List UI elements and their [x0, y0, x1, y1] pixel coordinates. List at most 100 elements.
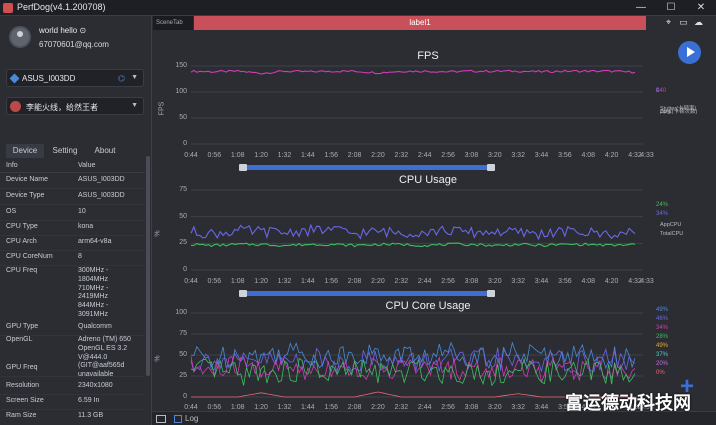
y-tick-label: 50	[179, 114, 187, 121]
info-key: CPU Type	[6, 223, 38, 230]
x-tick-label: 4:20	[604, 278, 619, 285]
divider	[0, 265, 145, 266]
user-name: world hello ⊙	[39, 26, 87, 35]
series-line	[190, 69, 636, 75]
x-tick-label: 1:44	[301, 404, 315, 411]
x-tick-label: 2:32	[394, 278, 409, 285]
tab-setting[interactable]: Setting	[46, 144, 84, 158]
info-value: 2340x1080	[78, 382, 113, 389]
scene-tab[interactable]: SceneTab	[153, 16, 193, 30]
x-tick-label: 1:32	[277, 278, 292, 285]
y-tick-label: 50	[179, 212, 187, 220]
legend-value: 0%	[656, 370, 665, 376]
user-email: 67070601@qq.com	[39, 40, 109, 49]
x-tick-label: 2:20	[371, 152, 385, 159]
cloud-icon[interactable]: ☁	[693, 17, 704, 28]
range-slider-start-handle[interactable]	[239, 164, 247, 171]
info-key: Device Type	[6, 192, 45, 199]
device-select[interactable]: ASUS_I003DD ⌬ ▼	[6, 69, 144, 87]
legend-value: 34%	[656, 211, 669, 217]
x-tick-label: 2:08	[347, 152, 362, 159]
range-slider-start-handle[interactable]	[239, 290, 247, 297]
folder-icon[interactable]: ▭	[678, 17, 689, 28]
y-tick-label: 0	[183, 266, 187, 273]
info-header-value: Value	[78, 162, 96, 169]
info-key: Screen Size	[6, 397, 44, 404]
x-tick-label: 1:08	[230, 152, 245, 159]
x-tick-label: 3:08	[464, 152, 479, 159]
divider	[0, 172, 145, 173]
range-slider-end-handle[interactable]	[487, 164, 495, 171]
x-tick-label: 2:44	[417, 152, 432, 159]
tab-about[interactable]: About	[86, 144, 124, 158]
info-value: Adreno (TM) 650 OpenGL ES 3.2 V@444.0 (G…	[78, 336, 131, 379]
app-select[interactable]: 李能火线，给然王者 ▼	[6, 97, 144, 115]
x-tick-label: 3:08	[464, 278, 479, 285]
avatar[interactable]	[9, 26, 31, 48]
info-value: Qualcomm	[78, 323, 112, 330]
range-slider-end-handle[interactable]	[487, 290, 495, 297]
x-tick-label: 1:56	[324, 404, 339, 411]
legend-value: 0	[656, 88, 660, 94]
chevron-down-icon: ▼	[131, 102, 138, 109]
range-slider[interactable]	[245, 165, 493, 170]
y-tick-label: 25	[179, 372, 187, 379]
legend-value: 49%	[656, 343, 669, 349]
x-tick-label: 2:20	[371, 404, 385, 411]
info-value: arm64-v8a	[78, 238, 112, 245]
legend-entry: AppCPU	[660, 222, 682, 228]
minimize-button[interactable]: —	[630, 0, 652, 16]
x-tick-label: 3:20	[487, 404, 502, 411]
x-tick-label: 3:32	[511, 152, 525, 159]
screen-icon[interactable]	[156, 415, 166, 423]
info-value: 10	[78, 208, 86, 215]
y-axis-label: %	[154, 230, 162, 237]
x-tick-label: 0:44	[184, 404, 198, 411]
info-key: CPU Arch	[6, 238, 37, 245]
sidebar-scrollbar[interactable]	[146, 156, 150, 376]
info-value: ASUS_I003DD	[78, 192, 125, 199]
location-icon[interactable]: ⌖	[663, 17, 674, 28]
x-tick-label: 1:56	[324, 152, 339, 159]
info-key: OS	[6, 208, 17, 215]
x-tick-label: 3:08	[464, 404, 479, 411]
range-slider[interactable]	[245, 291, 493, 296]
close-button[interactable]: ✕	[690, 0, 712, 16]
info-key: Device Name	[6, 176, 49, 183]
chart-title: CPU Core Usage	[385, 300, 471, 312]
x-tick-label: 2:44	[417, 278, 432, 285]
info-header-key: Info	[6, 162, 18, 169]
x-tick-label: 1:32	[277, 404, 292, 411]
x-tick-label: 1:44	[301, 278, 315, 285]
x-tick-label: 3:32	[511, 404, 525, 411]
x-tick-label: 1:08	[230, 278, 245, 285]
legend-value: 20%	[656, 361, 669, 367]
legend-value: 34%	[656, 325, 669, 331]
log-label: Log	[185, 414, 199, 423]
divider	[0, 235, 145, 236]
y-tick-label: 100	[175, 88, 187, 95]
info-value: 11.3 GB	[78, 412, 104, 419]
divider	[0, 394, 145, 395]
maximize-button[interactable]: ☐	[660, 0, 682, 16]
x-tick-label: 0:56	[207, 404, 222, 411]
x-tick-label: 2:44	[417, 404, 432, 411]
info-key: Ram Size	[6, 412, 37, 419]
x-tick-label: 2:56	[441, 404, 455, 411]
window-title: PerfDog(v4.1.200708)	[17, 2, 106, 12]
info-value: 8	[78, 253, 82, 260]
x-tick-label: 4:08	[581, 152, 596, 159]
y-tick-label: 50	[179, 351, 187, 358]
x-tick-label: 2:08	[347, 278, 362, 285]
info-key: CPU CoreNum	[6, 253, 53, 260]
tab-device[interactable]: Device	[6, 144, 44, 158]
x-tick-label: 1:20	[254, 278, 268, 285]
log-checkbox[interactable]	[174, 415, 182, 423]
x-tick-label: 1:56	[324, 278, 339, 285]
x-tick-label: 2:20	[371, 278, 385, 285]
label-bar[interactable]: label1	[194, 16, 646, 30]
divider	[0, 204, 145, 205]
info-value: ASUS_I003DD	[78, 176, 125, 183]
x-tick-label: 3:20	[487, 278, 502, 285]
device-icon	[9, 73, 20, 84]
